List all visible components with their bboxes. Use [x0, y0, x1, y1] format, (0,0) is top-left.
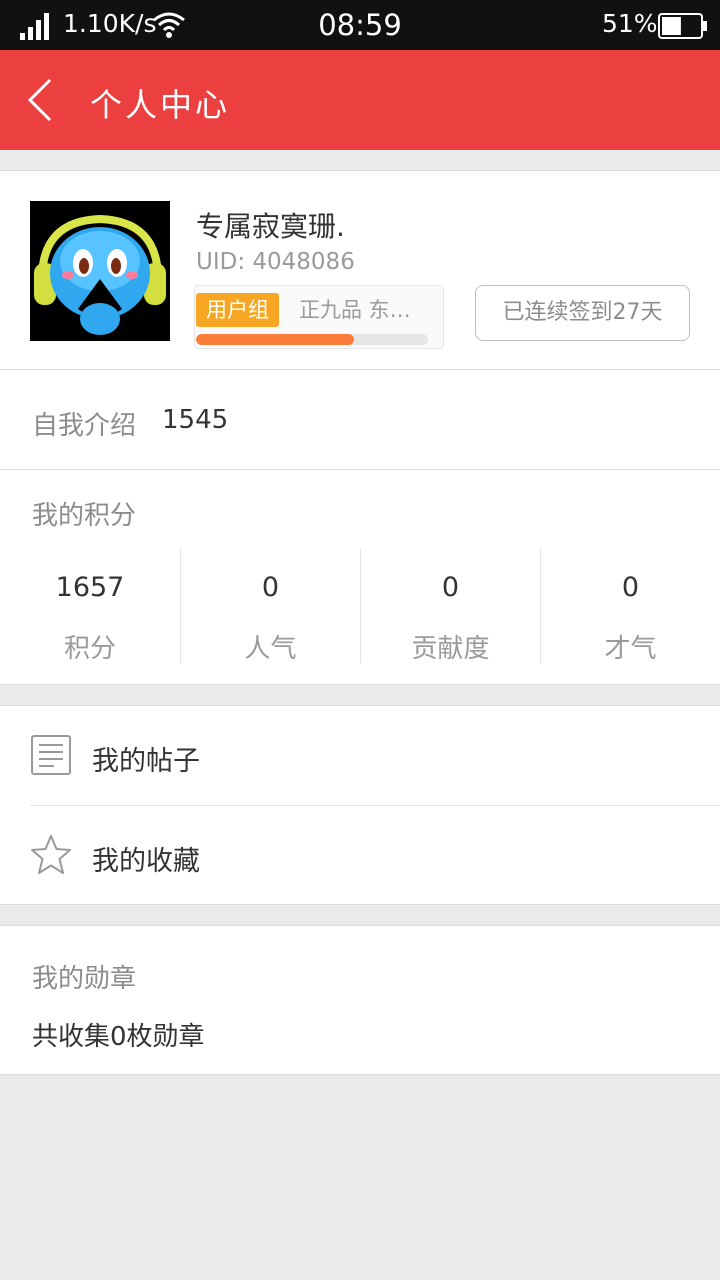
stat-label: 人气: [244, 634, 297, 664]
back-button[interactable]: [14, 70, 74, 130]
stat-value: 0: [621, 572, 640, 603]
page-title: 个人中心: [90, 86, 231, 124]
chevron-left-icon: [27, 78, 52, 122]
user-group-name: 正九品 东…: [299, 298, 411, 322]
points-card: 我的积分 1657 积分 0 人气 0 贡献度 0 才气: [0, 470, 720, 685]
avatar[interactable]: [30, 201, 170, 341]
stat-label: 积分: [63, 634, 116, 664]
user-group-box[interactable]: 用户组 正九品 东…: [194, 285, 444, 349]
stat-value: 0: [441, 572, 460, 603]
medals-summary: 共收集0枚勋章: [32, 1022, 205, 1052]
menu-item-my-favorites[interactable]: 我的收藏: [0, 806, 720, 906]
signin-streak-button[interactable]: 已连续签到27天: [475, 285, 690, 341]
stat-contribution[interactable]: 0 贡献度: [360, 548, 540, 664]
profile-card: 专属寂寞珊. UID: 4048086 用户组 正九品 东… 已连续签到27天: [0, 170, 720, 370]
medals-card[interactable]: 我的勋章 共收集0枚勋章: [0, 925, 720, 1075]
points-title: 我的积分: [32, 501, 137, 531]
app-bar: 个人中心: [0, 50, 720, 150]
user-group-tag: 用户组: [196, 293, 279, 327]
stat-value: 0: [261, 572, 280, 603]
stat-label: 贡献度: [411, 634, 490, 664]
self-intro-value: 1545: [162, 405, 229, 435]
level-progress-fill: [196, 334, 354, 345]
menu-card: 我的帖子 我的收藏: [0, 705, 720, 905]
level-progress-bar: [196, 334, 428, 345]
self-intro-label: 自我介绍: [32, 411, 137, 441]
battery-icon: [658, 13, 707, 39]
status-bar: 1.10K/s 08:59 51%: [0, 0, 720, 50]
avatar-image: [30, 201, 170, 341]
document-icon: [31, 735, 71, 775]
stat-popularity[interactable]: 0 人气: [180, 548, 360, 664]
self-intro-row[interactable]: 自我介绍 1545: [0, 370, 720, 470]
stat-value: 1657: [55, 572, 125, 603]
stat-label: 才气: [604, 634, 657, 664]
medals-title: 我的勋章: [32, 964, 137, 994]
stat-points[interactable]: 1657 积分: [0, 548, 180, 664]
menu-item-label: 我的收藏: [92, 846, 200, 877]
star-icon: [31, 835, 71, 874]
menu-item-my-posts[interactable]: 我的帖子: [0, 706, 720, 806]
menu-item-label: 我的帖子: [92, 746, 200, 777]
username: 专属寂寞珊.: [196, 210, 345, 243]
battery-percent: 51%: [602, 9, 658, 38]
stat-talent[interactable]: 0 才气: [540, 548, 720, 664]
user-uid: UID: 4048086: [196, 249, 355, 275]
